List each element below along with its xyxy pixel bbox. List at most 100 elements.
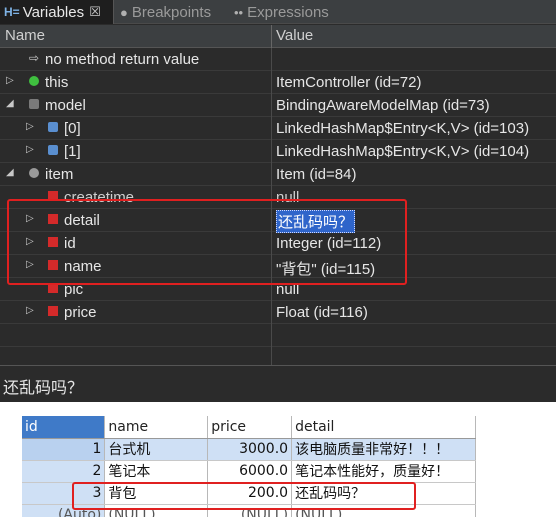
- variable-name: this: [45, 74, 69, 91]
- detail-pane-text: 还乱码吗？: [3, 380, 84, 397]
- tab-variables[interactable]: H= Variables ☒: [0, 0, 114, 24]
- variable-value-selected[interactable]: 还乱码吗？: [276, 210, 356, 233]
- variable-name: item: [45, 166, 74, 183]
- variable-value: null: [276, 281, 300, 298]
- expand-arrow-icon[interactable]: ▷: [26, 144, 34, 155]
- column-header-price[interactable]: price: [207, 416, 293, 439]
- expand-arrow-icon[interactable]: ▷: [26, 259, 34, 270]
- tree-row-price[interactable]: ▷ price Float (id=116): [0, 301, 556, 324]
- tree-row-item[interactable]: ◢ item Item (id=84): [0, 163, 556, 186]
- variable-value: ItemController (id=72): [276, 74, 422, 91]
- variables-view: H= Variables ☒ ● Breakpoints •• Expressi…: [0, 0, 556, 402]
- column-value-header[interactable]: Value: [276, 27, 313, 44]
- variable-name: [0]: [64, 120, 81, 137]
- variable-name: id: [64, 235, 76, 252]
- close-icon[interactable]: ☒: [89, 4, 101, 20]
- grid-header-row: id name price detail: [22, 416, 476, 439]
- tab-expressions[interactable]: •• Expressions: [230, 0, 348, 24]
- expand-arrow-icon[interactable]: ▷: [26, 121, 34, 132]
- tree-row-this[interactable]: ▷ this ItemController (id=72): [0, 71, 556, 94]
- detail-pane[interactable]: 还乱码吗？: [0, 365, 556, 402]
- variable-name: price: [64, 304, 97, 321]
- private-field-icon: [48, 214, 58, 224]
- cell-detail[interactable]: (NULL): [291, 504, 476, 517]
- variable-value: null: [276, 189, 300, 206]
- variable-name: name: [64, 258, 102, 275]
- local-variable-icon: [29, 76, 39, 86]
- map-variable-icon: [29, 99, 39, 109]
- expand-arrow-icon[interactable]: ▷: [26, 305, 34, 316]
- column-name-header[interactable]: Name: [5, 27, 45, 44]
- breakpoints-icon: ●: [120, 4, 128, 20]
- cell-id[interactable]: 1: [22, 438, 106, 461]
- cell-price[interactable]: 6000.0: [207, 460, 293, 483]
- tree-row-entry-1[interactable]: ▷ [1] LinkedHashMap$Entry<K,V> (id=104): [0, 140, 556, 163]
- tree-row-detail[interactable]: ▷ detail 还乱码吗？: [0, 209, 556, 233]
- table-row[interactable]: 3 背包 200.0 还乱码吗？: [22, 482, 476, 505]
- collapse-arrow-icon[interactable]: ◢: [6, 167, 14, 178]
- tree-row-id[interactable]: ▷ id Integer (id=112): [0, 232, 556, 255]
- cell-name[interactable]: 笔记本: [104, 460, 209, 483]
- variable-name: [1]: [64, 143, 81, 160]
- variable-value: Integer (id=112): [276, 235, 382, 252]
- tab-label: Breakpoints: [131, 3, 212, 21]
- tab-breakpoints[interactable]: ● Breakpoints: [116, 0, 228, 24]
- empty-row: [0, 324, 556, 347]
- tree-row-no-return[interactable]: ⇨ no method return value: [0, 48, 556, 71]
- cell-detail[interactable]: 还乱码吗？: [291, 482, 476, 505]
- expand-arrow-icon[interactable]: ▷: [6, 75, 14, 86]
- cell-name[interactable]: (NULL): [104, 504, 209, 517]
- tree-row-entry-0[interactable]: ▷ [0] LinkedHashMap$Entry<K,V> (id=103): [0, 117, 556, 140]
- return-value-icon: ⇨: [29, 51, 40, 65]
- cell-name[interactable]: 背包: [104, 482, 209, 505]
- table-row[interactable]: 2 笔记本 6000.0 笔记本性能好，质量好！: [22, 460, 476, 483]
- field-icon: [48, 122, 58, 132]
- expressions-icon: ••: [234, 4, 244, 20]
- variable-value: "背包" (id=115): [276, 261, 376, 278]
- column-divider[interactable]: [271, 25, 272, 48]
- field-icon: [48, 145, 58, 155]
- table-row[interactable]: 1 台式机 3000.0 该电脑质量非常好！！！: [22, 438, 476, 461]
- tree-row-model[interactable]: ◢ model BindingAwareModelMap (id=73): [0, 94, 556, 117]
- column-header-detail[interactable]: detail: [291, 416, 476, 439]
- variable-value: LinkedHashMap$Entry<K,V> (id=103): [276, 120, 530, 137]
- variable-name: model: [45, 97, 86, 114]
- collapse-arrow-icon[interactable]: ◢: [6, 98, 14, 109]
- cell-id[interactable]: (Auto): [22, 504, 106, 517]
- local-variable-icon: [29, 168, 39, 178]
- variable-value: BindingAwareModelMap (id=73): [276, 97, 490, 114]
- variable-value: Item (id=84): [276, 166, 357, 183]
- private-field-icon: [48, 260, 58, 270]
- table-row-new[interactable]: (Auto) (NULL) (NULL) (NULL): [22, 504, 476, 517]
- private-field-icon: [48, 306, 58, 316]
- tree-row-createtime[interactable]: createtime null: [0, 186, 556, 209]
- variable-value: LinkedHashMap$Entry<K,V> (id=104): [276, 143, 530, 160]
- cell-detail[interactable]: 笔记本性能好，质量好！: [291, 460, 476, 483]
- cell-price[interactable]: 3000.0: [207, 438, 293, 461]
- cell-id[interactable]: 3: [22, 482, 106, 505]
- column-header-id[interactable]: id: [22, 416, 106, 439]
- variable-name: detail: [64, 212, 100, 229]
- sql-result-grid: id name price detail 1 台式机 3000.0 该电脑质量非…: [22, 416, 476, 517]
- private-field-icon: [48, 283, 58, 293]
- tab-label: Variables: [22, 3, 85, 21]
- column-header-name[interactable]: name: [104, 416, 209, 439]
- cell-price[interactable]: (NULL): [207, 504, 293, 517]
- tab-label: Expressions: [247, 3, 329, 21]
- cell-id[interactable]: 2: [22, 460, 106, 483]
- private-field-icon: [48, 237, 58, 247]
- tree-row-pic[interactable]: pic null: [0, 278, 556, 301]
- variable-name: no method return value: [45, 51, 200, 68]
- private-field-icon: [48, 191, 58, 201]
- variable-name: createtime: [64, 189, 135, 206]
- variables-icon: H=: [4, 5, 20, 19]
- cell-price[interactable]: 200.0: [207, 482, 293, 505]
- expand-arrow-icon[interactable]: ▷: [26, 213, 34, 224]
- view-tabbar: H= Variables ☒ ● Breakpoints •• Expressi…: [0, 0, 556, 24]
- variable-value: Float (id=116): [276, 304, 368, 321]
- expand-arrow-icon[interactable]: ▷: [26, 236, 34, 247]
- variable-name: pic: [64, 281, 84, 298]
- cell-name[interactable]: 台式机: [104, 438, 209, 461]
- cell-detail[interactable]: 该电脑质量非常好！！！: [291, 438, 476, 461]
- tree-row-name[interactable]: ▷ name "背包" (id=115): [0, 255, 556, 278]
